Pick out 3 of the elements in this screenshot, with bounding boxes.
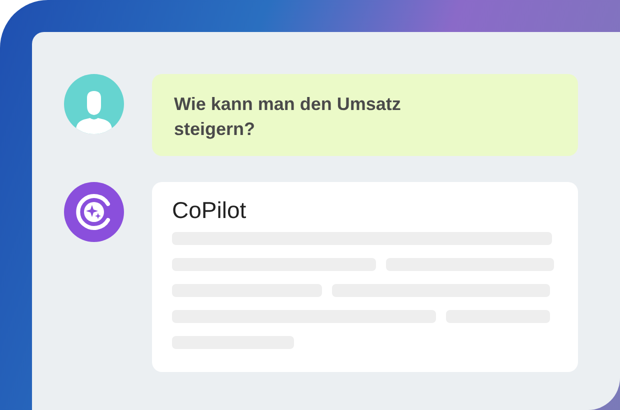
question-text: Wie kann man den Umsatz steigern? xyxy=(174,93,402,141)
sender-name: CoPilot xyxy=(172,196,246,224)
copilot-logo-icon xyxy=(64,182,124,242)
